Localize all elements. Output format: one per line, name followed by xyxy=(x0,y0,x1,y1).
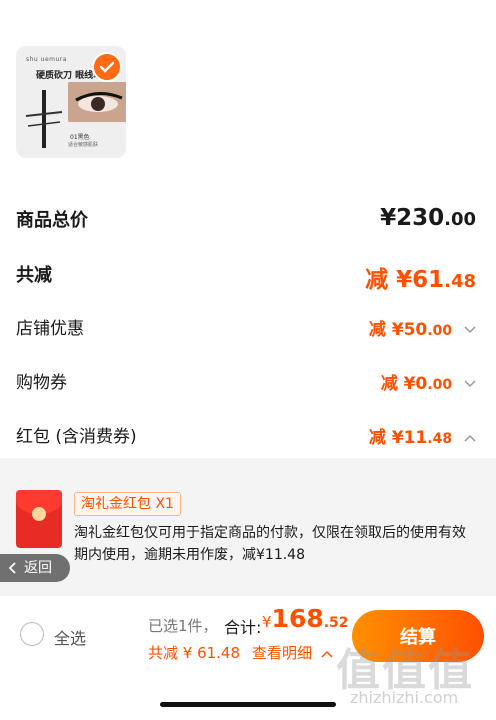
eyeliner-pencil-icon xyxy=(25,90,63,148)
back-button[interactable]: 返回 xyxy=(0,554,70,582)
product-brand: shu uemura xyxy=(26,56,67,63)
redpack-tag: 淘礼金红包 X1 xyxy=(74,492,181,516)
product-desc: 适合敏感肌肤 xyxy=(68,142,99,148)
chevron-down-icon xyxy=(464,380,476,388)
shop-discount-label: 店铺优惠 xyxy=(16,319,84,339)
total-price-value: ¥230.00 xyxy=(380,205,476,231)
total-amount: ¥168.52 xyxy=(262,604,349,633)
select-all-radio[interactable] xyxy=(20,622,44,646)
discount-label: 共减 xyxy=(16,265,52,286)
coupon-label: 购物券 xyxy=(16,373,67,393)
total-price-label: 商品总价 xyxy=(16,210,88,231)
chevron-up-icon xyxy=(321,650,333,658)
discount-value: 减 ¥61.48 xyxy=(365,267,476,293)
coupon-row[interactable]: 减 ¥0.00 xyxy=(381,369,476,394)
chevron-down-icon xyxy=(464,326,476,334)
redpack-label: 红包 (含消费券) xyxy=(16,427,137,447)
select-all-label[interactable]: 全选 xyxy=(54,625,86,649)
selected-check-icon[interactable] xyxy=(92,52,122,82)
product-shade: 01黑色 xyxy=(70,134,90,141)
eye-photo xyxy=(68,82,126,122)
selected-count: 已选1件， xyxy=(148,617,218,635)
chevron-up-icon xyxy=(464,434,476,442)
back-label: 返回 xyxy=(24,560,52,576)
redpack-row[interactable]: 减 ¥11.48 xyxy=(369,423,476,448)
saved-amount: 共减 ¥ 61.48 xyxy=(148,644,241,662)
home-indicator[interactable] xyxy=(160,702,336,707)
red-envelope-icon xyxy=(16,490,62,548)
watermark-url: zhizhizhi.com xyxy=(350,688,459,707)
view-detail-link[interactable]: 查看明细 xyxy=(252,642,333,663)
total-label: 合计: xyxy=(224,618,262,637)
shop-discount-row[interactable]: 减 ¥50.00 xyxy=(369,315,476,340)
chevron-left-icon xyxy=(8,562,16,574)
redpack-description: 淘礼金红包仅可用于指定商品的付款，仅限在领取后的使用有效期内使用，逾期未用作废，… xyxy=(74,525,466,563)
